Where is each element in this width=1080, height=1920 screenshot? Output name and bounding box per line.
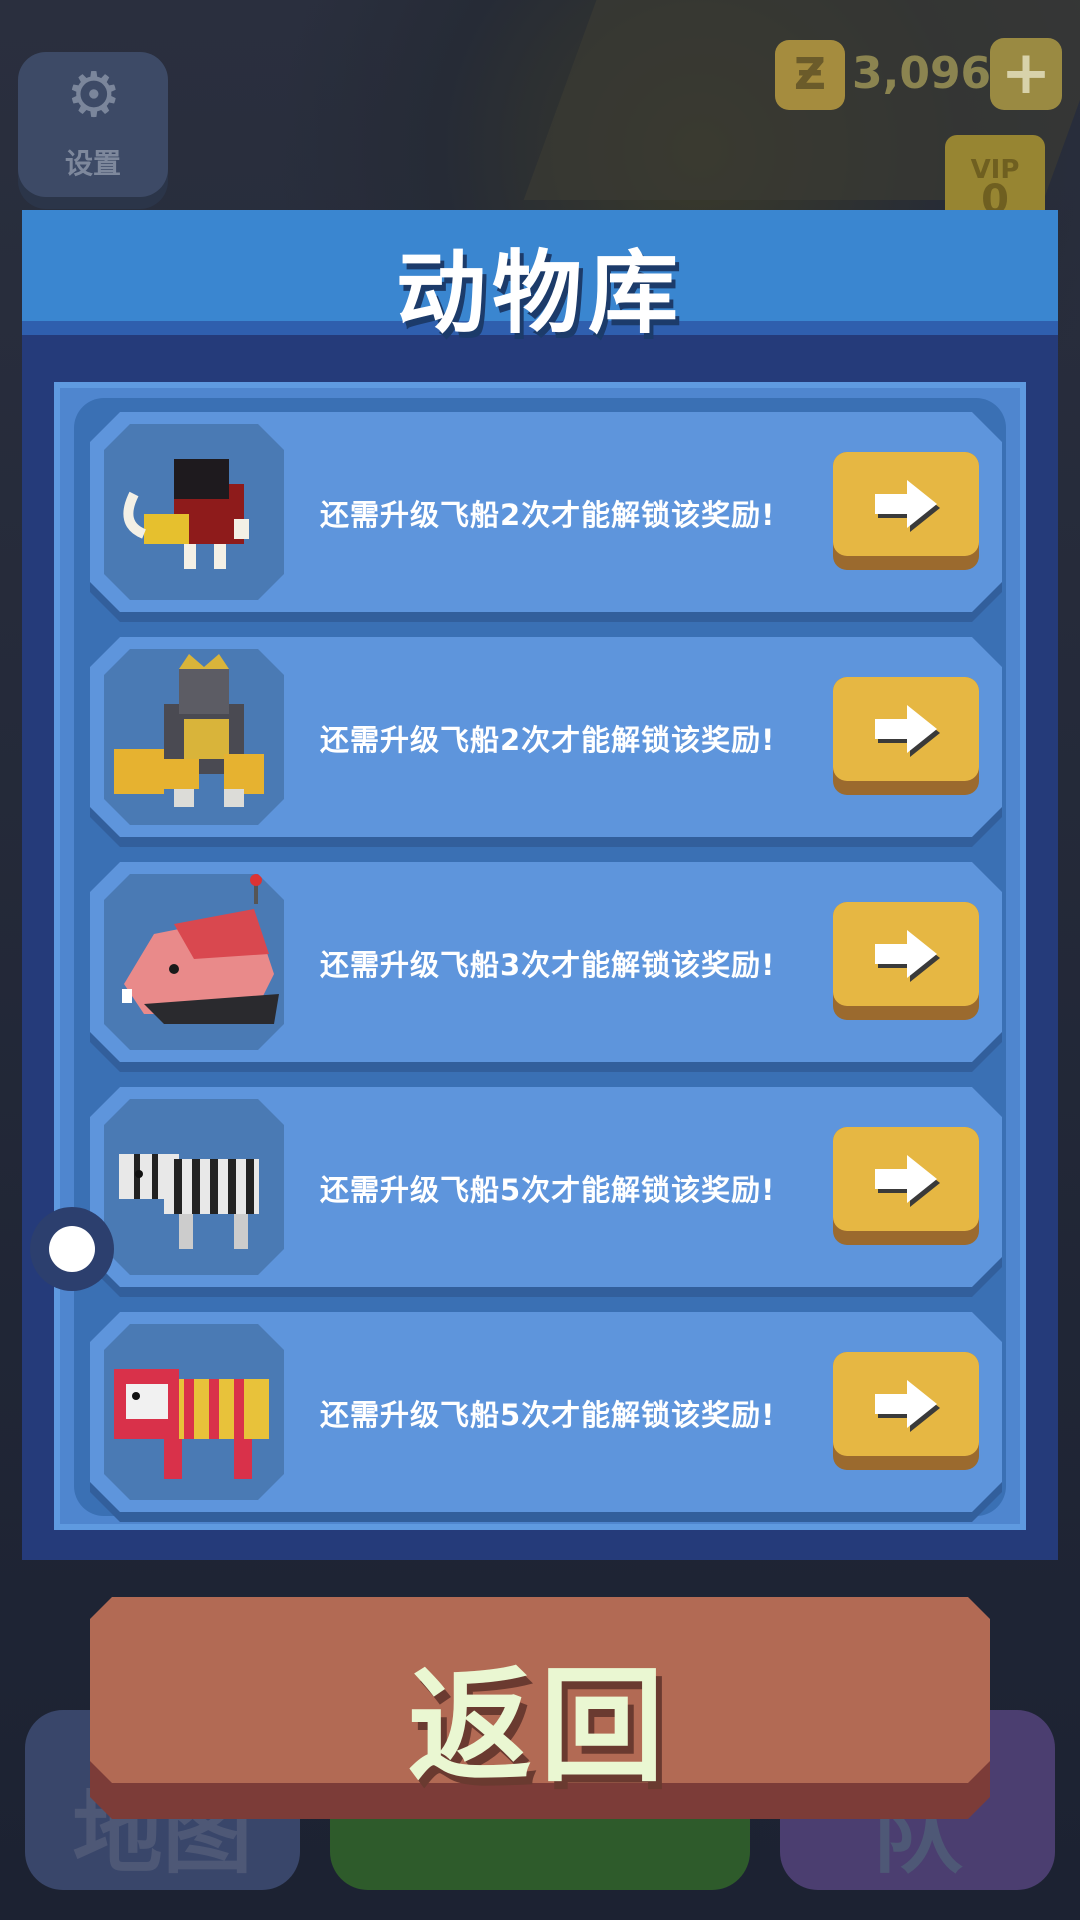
panel-header: 动物库 (22, 210, 1058, 346)
arrow-right-icon (875, 480, 940, 532)
settings-label: 设置 (64, 147, 121, 180)
zebra-portrait (104, 1099, 284, 1275)
assist-dot-icon (49, 1226, 95, 1272)
floating-assist-button[interactable] (30, 1207, 114, 1291)
reward-unlock-text: 还需升级飞船5次才能解锁该奖励! (320, 1398, 776, 1432)
hippo-icon (122, 874, 279, 1024)
go-button[interactable] (833, 1352, 979, 1470)
reward-unlock-text: 还需升级飞船5次才能解锁该奖励! (320, 1173, 776, 1207)
currency-amount: 3,096 (852, 48, 992, 99)
arrow-right-icon (875, 930, 940, 982)
arrow-right-icon (875, 1380, 940, 1432)
gear-icon: ⚙ (66, 58, 122, 131)
gorilla-icon (114, 654, 264, 807)
reward-row: 还需升级飞船5次才能解锁该奖励! (90, 1312, 1002, 1512)
tiger-portrait (104, 1324, 284, 1500)
boar-portrait (104, 424, 284, 600)
reward-unlock-text: 还需升级飞船2次才能解锁该奖励! (320, 723, 776, 757)
go-button[interactable] (833, 1127, 979, 1245)
back-button-label: 返回 (407, 1655, 672, 1799)
reward-row: 还需升级飞船5次才能解锁该奖励! (90, 1087, 1002, 1287)
go-button[interactable] (833, 452, 979, 570)
zebra-icon (119, 1154, 259, 1249)
reward-row: 还需升级飞船2次才能解锁该奖励! (90, 412, 1002, 612)
tiger-icon (114, 1369, 269, 1479)
reward-row: 还需升级飞船3次才能解锁该奖励! (90, 862, 1002, 1062)
arrow-right-icon (875, 705, 940, 757)
currency-icon: Ƶ (775, 40, 845, 110)
go-button[interactable] (833, 677, 979, 795)
go-button[interactable] (833, 902, 979, 1020)
reward-unlock-text: 还需升级飞船2次才能解锁该奖励! (320, 498, 776, 532)
reward-row: 还需升级飞船2次才能解锁该奖励! (90, 637, 1002, 837)
add-currency-button[interactable]: + (990, 38, 1062, 110)
boar-icon (123, 459, 249, 569)
gorilla-portrait (104, 649, 284, 825)
settings-button[interactable]: ⚙ 设置 (18, 52, 168, 197)
animal-library-panel: 动物库 还需升级飞船2次才能解锁该奖励! 还需升级飞船2次才能解锁该奖励! 还需… (22, 210, 1058, 1560)
vip-badge[interactable]: VIP 0 (945, 135, 1045, 220)
arrow-right-icon (875, 1155, 940, 1207)
panel-title: 动物库 (396, 241, 684, 346)
back-button[interactable]: 返回 (90, 1597, 990, 1819)
reward-list: 还需升级飞船2次才能解锁该奖励! 还需升级飞船2次才能解锁该奖励! 还需升级飞船… (54, 382, 1026, 1530)
reward-unlock-text: 还需升级飞船3次才能解锁该奖励! (320, 948, 776, 982)
hippo-portrait (104, 874, 284, 1050)
